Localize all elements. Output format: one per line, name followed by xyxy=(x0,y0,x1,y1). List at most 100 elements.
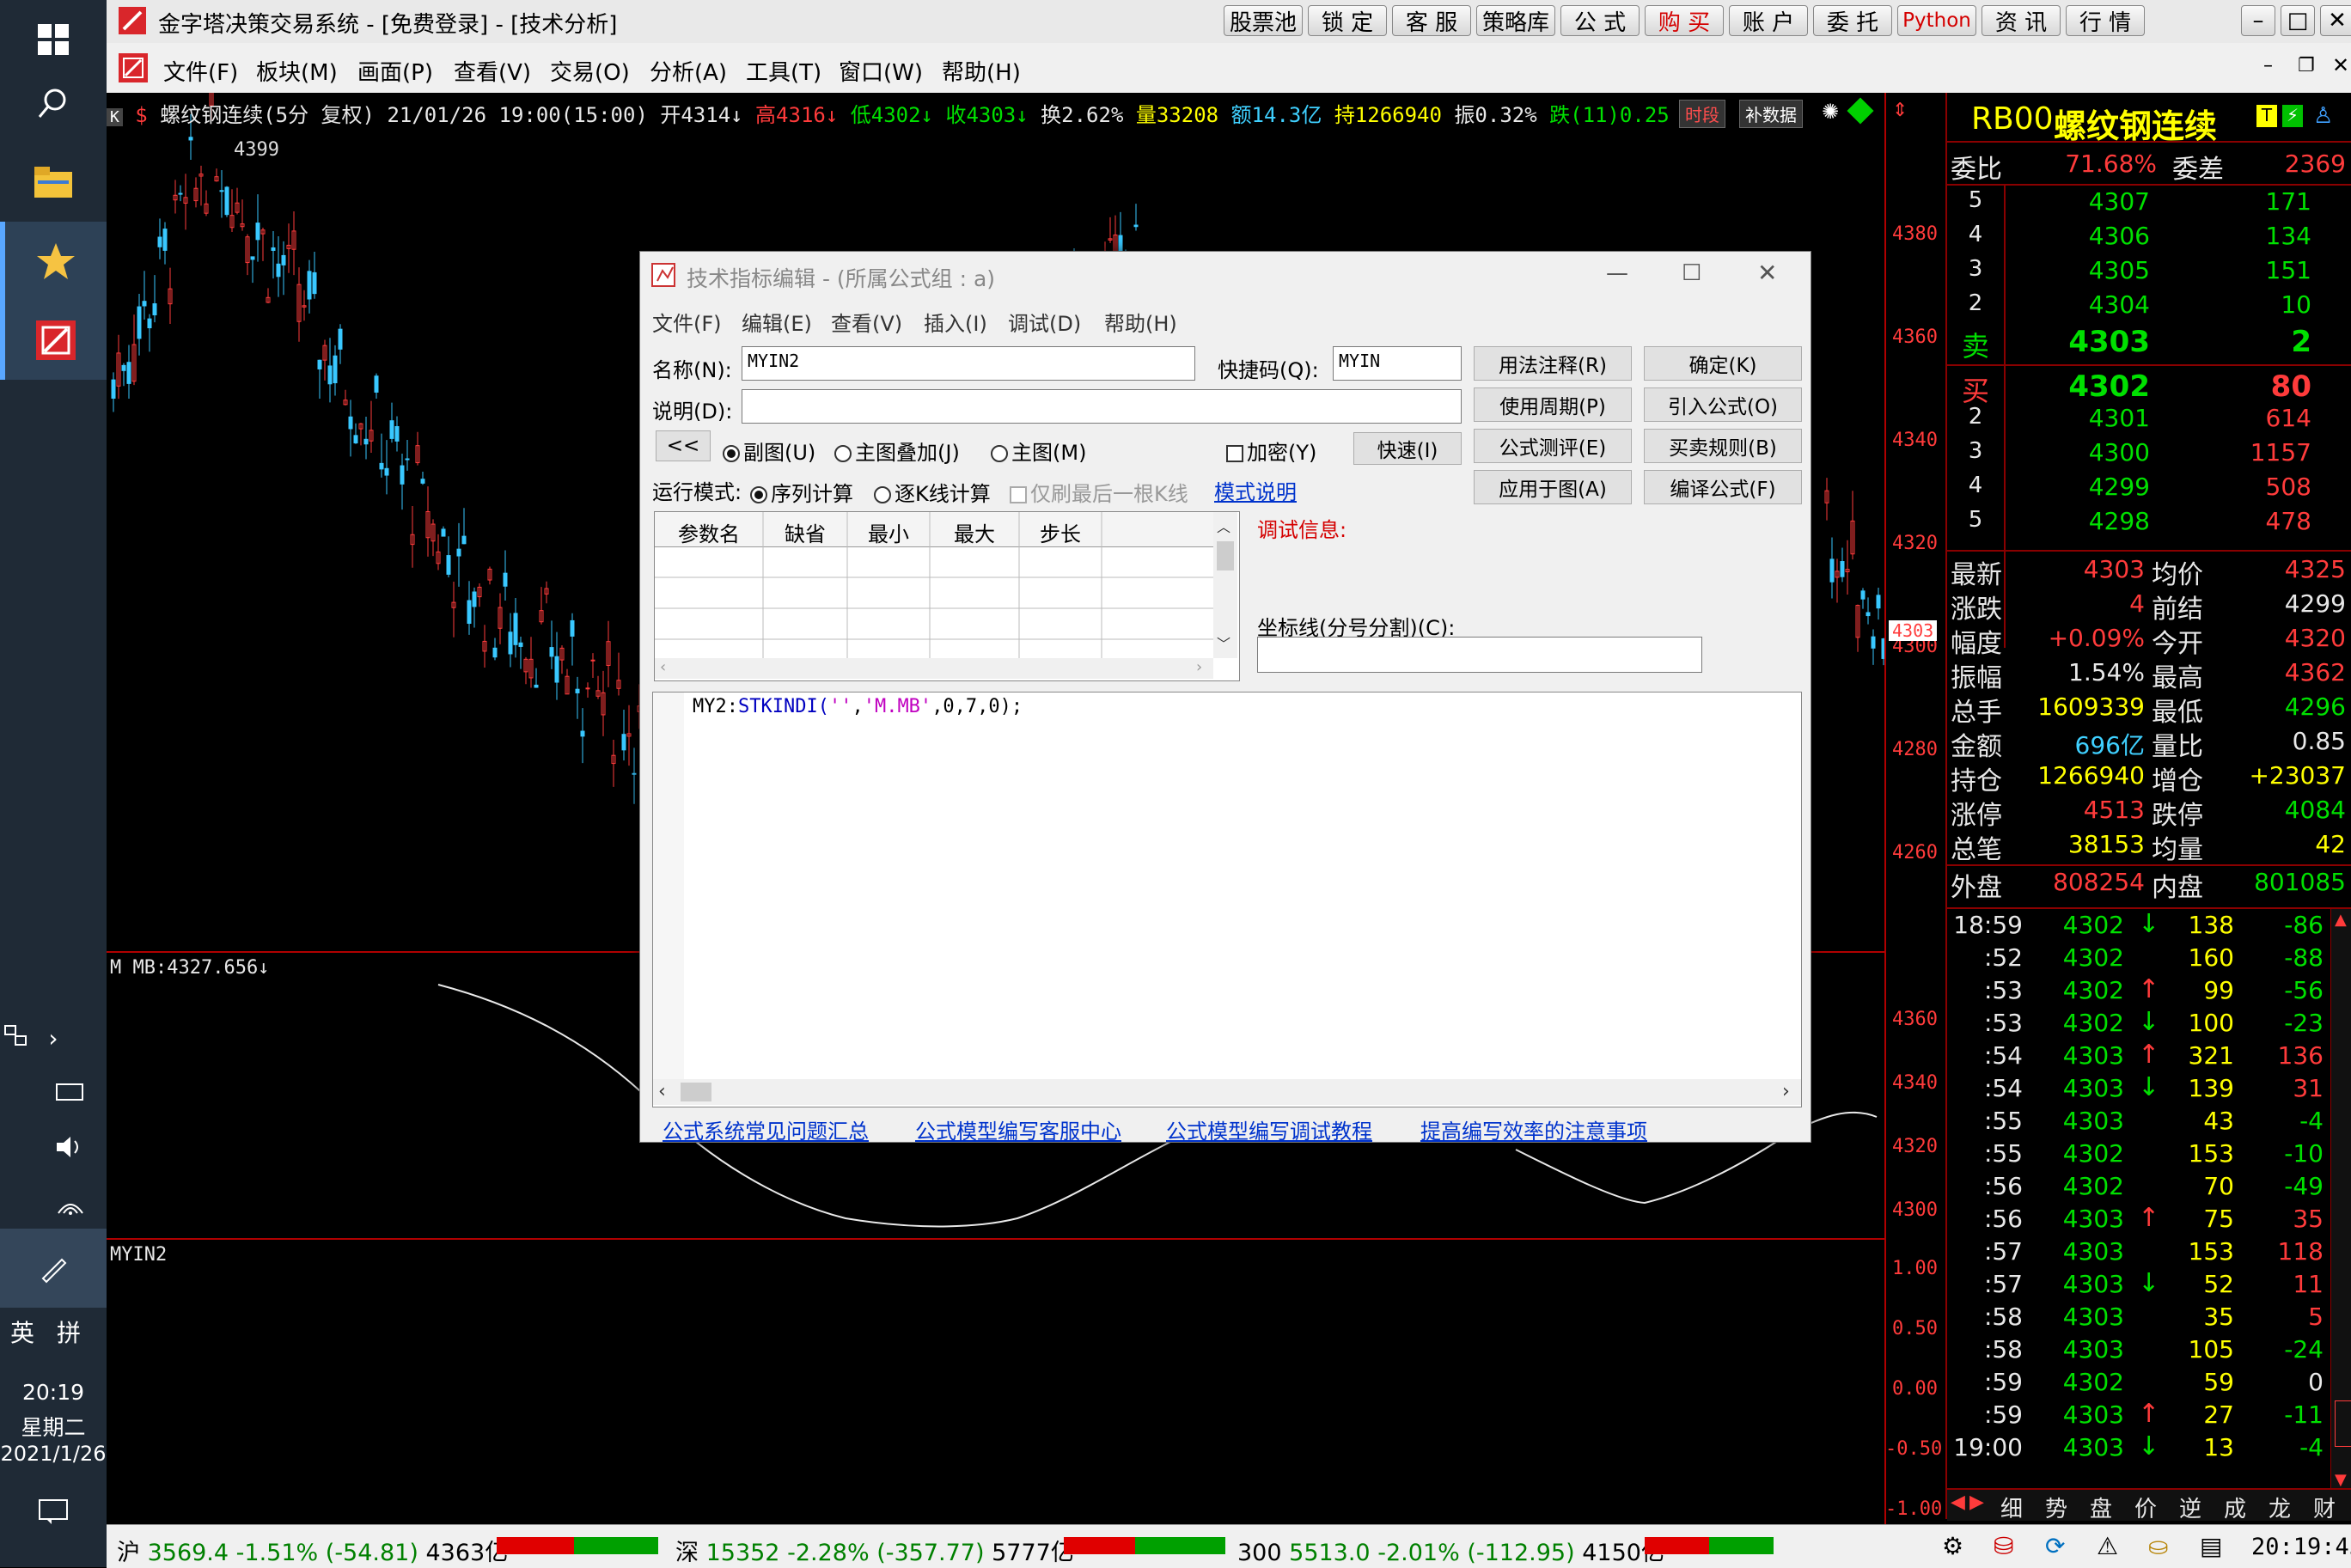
top-btn-buy[interactable]: 购 买 xyxy=(1645,5,1724,36)
radio-subchart[interactable]: 副图(U) xyxy=(723,436,815,466)
link-efficiency-tips[interactable]: 提高编写效率的注意事项 xyxy=(1420,1114,1647,1144)
param-vscrollbar[interactable]: ︿ ﹀ xyxy=(1213,512,1237,658)
quote-tab[interactable]: 成 xyxy=(2224,1492,2246,1523)
tab-prev-icon[interactable]: ◀ xyxy=(1951,1492,1965,1513)
code-line-1[interactable]: MY2:STKINDI('','M.MB',0,7,0); xyxy=(693,696,1023,717)
menu-view[interactable]: 查看(V) xyxy=(454,55,531,87)
tick-row[interactable]: 18:59 4302 ↓ 138 -86 xyxy=(1947,909,2351,943)
tick-row[interactable]: :53 4302 ↑ 99 -56 xyxy=(1947,974,2351,1009)
k-icon[interactable]: K xyxy=(107,108,123,126)
trade-rules-button[interactable]: 买卖规则(B) xyxy=(1644,429,1802,463)
dialog-maximize-button[interactable]: ☐ xyxy=(1682,260,1701,286)
index-cy[interactable]: 300 5513.0 -2.01% (-112.95) 4150亿 xyxy=(1237,1534,1664,1567)
minimize-button[interactable]: – xyxy=(2241,5,2275,36)
quote-tab[interactable]: 盘 xyxy=(2090,1492,2112,1523)
tick-scroll-down-icon[interactable]: ▼ xyxy=(2335,1471,2347,1489)
file-explorer-icon[interactable] xyxy=(0,143,107,222)
dialog-menu-debug[interactable]: 调试(D) xyxy=(1008,307,1081,337)
menu-trade[interactable]: 交易(O) xyxy=(550,55,630,87)
radio-mainchart-dot[interactable] xyxy=(991,445,1008,462)
menu-help[interactable]: 帮助(H) xyxy=(942,55,1021,87)
top-btn-order[interactable]: 委 托 xyxy=(1813,5,1892,36)
quote-person-icon[interactable]: ♙ xyxy=(2313,103,2333,129)
index-sh[interactable]: 沪 3569.4 -1.51% (-54.81) 4363亿 xyxy=(117,1534,508,1567)
desc-input[interactable] xyxy=(742,389,1462,424)
import-formula-button[interactable]: 引入公式(O) xyxy=(1644,387,1802,422)
code-editor[interactable]: MY2:STKINDI('','M.MB',0,7,0); ‹ › xyxy=(652,692,1802,1107)
quote-tab[interactable]: 细 xyxy=(2000,1492,2023,1523)
favorites-app-icon[interactable] xyxy=(0,222,107,301)
ask-row[interactable]: 3 4305 151 xyxy=(1947,256,2351,290)
menu-tools[interactable]: 工具(T) xyxy=(746,55,821,87)
dialog-menu-help[interactable]: 帮助(H) xyxy=(1104,307,1177,337)
radio-kline-calc[interactable]: 逐K线计算 xyxy=(874,477,991,507)
notification-icon[interactable] xyxy=(0,1473,107,1552)
bid-row[interactable]: 2 4301 614 xyxy=(1947,404,2351,438)
scale-icon[interactable]: ⇕ xyxy=(1892,100,1908,121)
shortcut-input[interactable]: MYIN xyxy=(1333,346,1462,381)
radio-mainchart[interactable]: 主图(M) xyxy=(991,436,1086,466)
top-btn-strategy-lib[interactable]: 策略库 xyxy=(1476,5,1555,36)
tab-next-icon[interactable]: ▶ xyxy=(1969,1492,1984,1513)
radio-subchart-dot[interactable] xyxy=(723,445,740,462)
dialog-menu-file[interactable]: 文件(F) xyxy=(652,307,722,337)
fill-data-button[interactable]: 补数据 xyxy=(1739,100,1803,128)
bid-row[interactable]: 4 4299 508 xyxy=(1947,473,2351,507)
ask-row[interactable]: 5 4307 171 xyxy=(1947,187,2351,222)
dialog-menu-insert[interactable]: 插入(I) xyxy=(924,307,987,337)
mdi-close-button[interactable]: ✕ xyxy=(2332,53,2349,77)
settings-icon[interactable]: ✺ xyxy=(1822,100,1839,124)
top-btn-news[interactable]: 资 讯 xyxy=(1982,5,2061,36)
network-icon[interactable] xyxy=(53,1191,88,1217)
menu-sector[interactable]: 板块(M) xyxy=(256,55,338,87)
top-btn-stock-pool[interactable]: 股票池 xyxy=(1224,5,1303,36)
radio-overlay-dot[interactable] xyxy=(834,445,852,462)
quote-t-icon[interactable]: T xyxy=(2256,105,2277,127)
editor-hscrollbar[interactable]: ‹ › xyxy=(653,1079,1801,1105)
tick-row[interactable]: :59 4303 ↑ 27 -11 xyxy=(1947,1399,2351,1433)
dialog-menu-view[interactable]: 查看(V) xyxy=(831,307,902,337)
link-service-center[interactable]: 公式模型编写客服中心 xyxy=(915,1114,1121,1144)
dialog-menu-edit[interactable]: 编辑(E) xyxy=(742,307,812,337)
quote-tab[interactable]: 龙 xyxy=(2269,1492,2291,1523)
tick-row[interactable]: :57 4303 ↓ 52 11 xyxy=(1947,1268,2351,1303)
tick-row[interactable]: :59 4302 59 0 xyxy=(1947,1368,2351,1400)
quote-lightning-icon[interactable]: ⚡ xyxy=(2282,105,2303,127)
tick-row[interactable]: 19:00 4303 ↓ 13 -4 xyxy=(1947,1431,2351,1466)
fast-button[interactable]: 快速(I) xyxy=(1353,432,1462,465)
tray-db-icon[interactable]: ⛁ xyxy=(1994,1532,2013,1560)
quote-tab[interactable]: 势 xyxy=(2045,1492,2067,1523)
tick-row[interactable]: :55 4303 43 -4 xyxy=(1947,1107,2351,1139)
bid-row[interactable]: 买 4302 80 xyxy=(1947,369,2351,407)
mdi-restore-button[interactable]: ❐ xyxy=(2298,55,2315,76)
quote-tab[interactable]: 逆 xyxy=(2179,1492,2201,1523)
ime-mode[interactable]: 拼 xyxy=(57,1315,81,1349)
menu-analysis[interactable]: 分析(A) xyxy=(650,55,727,87)
top-btn-python[interactable]: Python xyxy=(1897,5,1976,36)
ime-language[interactable]: 英 xyxy=(10,1315,34,1349)
link-debug-tutorial[interactable]: 公式模型编写调试教程 xyxy=(1166,1114,1372,1144)
apply-to-chart-button[interactable]: 应用于图(A) xyxy=(1474,470,1632,504)
coord-lines-input[interactable] xyxy=(1257,637,1702,673)
tray-python-icon[interactable]: ⚙ xyxy=(1942,1532,1963,1560)
top-btn-service[interactable]: 客 服 xyxy=(1392,5,1471,36)
mdi-minimize-button[interactable]: – xyxy=(2263,55,2273,76)
tick-scroll-thumb[interactable] xyxy=(2335,1400,2351,1447)
scroll-thumb[interactable] xyxy=(1217,541,1234,570)
tray-alert-icon[interactable]: ⚠ xyxy=(2097,1532,2118,1560)
tray-refresh-icon[interactable]: ⟳ xyxy=(2045,1532,2065,1560)
encrypt-checkbox[interactable]: 加密(Y) xyxy=(1226,436,1316,466)
tick-scroll-up-icon[interactable]: ▲ xyxy=(2335,911,2347,929)
tick-row[interactable]: :54 4303 ↓ 139 31 xyxy=(1947,1072,2351,1107)
tray-doc-icon[interactable]: ▤ xyxy=(2200,1532,2222,1560)
ask-row[interactable]: 2 4304 10 xyxy=(1947,290,2351,325)
radio-seq-dot[interactable] xyxy=(750,486,767,503)
scroll-down-icon[interactable]: ﹀ xyxy=(1217,632,1230,653)
param-hscrollbar[interactable]: ‹ › xyxy=(655,658,1213,679)
ok-button[interactable]: 确定(K) xyxy=(1644,346,1802,381)
task-view-icon[interactable] xyxy=(3,1022,29,1048)
use-period-button[interactable]: 使用周期(P) xyxy=(1474,387,1632,422)
tick-row[interactable]: :57 4303 153 118 xyxy=(1947,1237,2351,1270)
param-table[interactable]: 参数名 缺省 最小 最大 步长 ︿ ﹀ ‹ › xyxy=(654,511,1240,681)
scroll-right-icon[interactable]: › xyxy=(1196,658,1202,676)
